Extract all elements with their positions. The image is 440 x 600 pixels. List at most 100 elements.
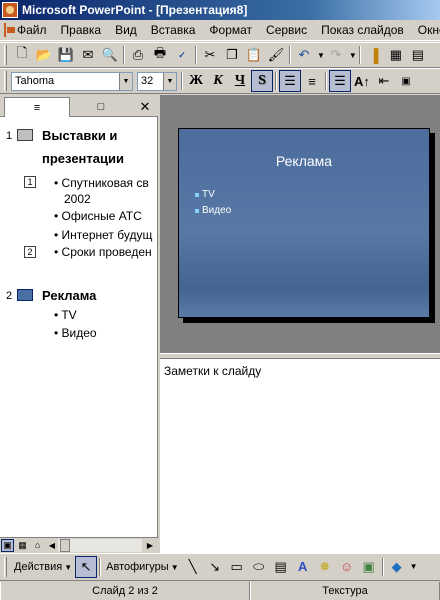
open-icon[interactable]: 📂 bbox=[33, 44, 55, 66]
fill-color-icon[interactable]: ◆ bbox=[386, 556, 408, 578]
toolbar-separator bbox=[358, 46, 361, 64]
slide-title[interactable]: Реклама bbox=[179, 153, 429, 169]
font-size-select[interactable]: 32 ▼ bbox=[137, 71, 177, 91]
toolbar-grip[interactable] bbox=[4, 45, 7, 65]
new-icon[interactable]: 🗋 bbox=[11, 44, 33, 66]
list-item[interactable]: • Интернет будущ bbox=[54, 228, 152, 242]
outline-item-text: TV bbox=[61, 308, 77, 322]
format-painter-icon[interactable]: 🖌 bbox=[265, 44, 287, 66]
wordart-icon[interactable]: A bbox=[292, 556, 314, 578]
outline-slide-title[interactable]: Выставки и bbox=[42, 128, 117, 143]
align-left-icon[interactable]: ☰ bbox=[279, 70, 301, 92]
font-size-value: 32 bbox=[141, 75, 154, 87]
horizontal-scrollbar-track[interactable] bbox=[58, 539, 142, 552]
chevron-down-icon[interactable]: ▼ bbox=[349, 51, 357, 60]
align-center-icon[interactable]: ≡ bbox=[301, 70, 323, 92]
spelling-icon[interactable]: ✓ bbox=[171, 44, 193, 66]
search-icon[interactable]: 🔍 bbox=[99, 44, 121, 66]
outline-item-text: Офисные АТС bbox=[61, 209, 142, 223]
scroll-left-icon[interactable]: ◀ bbox=[46, 539, 58, 553]
print-preview-icon[interactable]: 🖶 bbox=[149, 44, 171, 66]
list-item[interactable]: • Офисные АТС bbox=[54, 209, 142, 223]
slide-canvas[interactable]: Реклама TV Видео bbox=[178, 128, 430, 318]
chevron-down-icon[interactable]: ▼ bbox=[410, 562, 418, 571]
textbox-icon[interactable]: ▤ bbox=[270, 556, 292, 578]
tab-outline[interactable]: ≡ bbox=[4, 97, 70, 117]
chart-icon[interactable]: ▐ bbox=[363, 44, 385, 66]
toolbar-grip[interactable] bbox=[4, 71, 7, 91]
outline-slide-number: 2 bbox=[6, 290, 13, 302]
list-item[interactable]: • Спутниковая св bbox=[54, 176, 149, 190]
actions-menu[interactable]: Действия ▼ bbox=[11, 561, 75, 573]
chevron-down-icon[interactable]: ▼ bbox=[119, 72, 132, 90]
increase-font-icon[interactable]: A↑ bbox=[351, 70, 373, 92]
menu-insert[interactable]: Вставка bbox=[144, 21, 203, 40]
scrollbar-thumb[interactable] bbox=[60, 539, 70, 552]
outline-slide-title[interactable]: презентации bbox=[42, 151, 124, 166]
document-icon[interactable] bbox=[4, 23, 15, 37]
italic-icon[interactable]: К bbox=[207, 70, 229, 92]
list-item[interactable]: • TV bbox=[54, 308, 77, 322]
bold-icon[interactable]: Ж bbox=[185, 70, 207, 92]
slide-bullet[interactable]: TV bbox=[195, 189, 215, 200]
diagram-icon[interactable]: ✵ bbox=[314, 556, 336, 578]
title-bar: Microsoft PowerPoint - [Презентация8] bbox=[0, 0, 440, 20]
slide-thumbnail-icon[interactable] bbox=[17, 289, 33, 301]
slide-sorter-icon[interactable]: ▦ bbox=[16, 539, 29, 552]
menu-view[interactable]: Вид bbox=[108, 21, 144, 40]
rectangle-icon[interactable]: ▭ bbox=[226, 556, 248, 578]
select-pointer-icon[interactable]: ↖ bbox=[75, 555, 98, 578]
save-icon[interactable]: 💾 bbox=[55, 44, 77, 66]
menu-edit[interactable]: Правка bbox=[54, 21, 109, 40]
chevron-down-icon[interactable]: ▼ bbox=[163, 72, 176, 90]
menu-format[interactable]: Формат bbox=[202, 21, 259, 40]
tables-borders-icon[interactable]: ▤ bbox=[407, 44, 429, 66]
menu-tools[interactable]: Сервис bbox=[259, 21, 314, 40]
close-icon[interactable]: ✕ bbox=[136, 97, 154, 117]
line-icon[interactable]: ╲ bbox=[182, 556, 204, 578]
autoshapes-label: Автофигуры bbox=[106, 560, 169, 573]
copy-icon[interactable]: ❐ bbox=[221, 44, 243, 66]
arrow-icon[interactable]: ↘ bbox=[204, 556, 226, 578]
list-item-continued[interactable]: 2002 bbox=[64, 192, 91, 206]
notes-pane[interactable]: Заметки к слайду bbox=[160, 359, 440, 553]
table-icon[interactable]: ▦ bbox=[385, 44, 407, 66]
outline-slide-title[interactable]: Реклама bbox=[42, 288, 96, 303]
slide-bullet[interactable]: Видео bbox=[195, 205, 231, 216]
menu-file[interactable]: Файл bbox=[10, 21, 54, 40]
scroll-right-icon[interactable]: ▶ bbox=[144, 539, 156, 553]
permission-icon[interactable]: ✉ bbox=[77, 44, 99, 66]
menu-window[interactable]: Окно bbox=[411, 21, 440, 40]
oval-icon[interactable]: ⬭ bbox=[248, 556, 270, 578]
chevron-down-icon: ▼ bbox=[170, 562, 179, 572]
toolbar-separator bbox=[275, 72, 277, 90]
undo-icon[interactable]: ↶ bbox=[293, 44, 315, 66]
shadow-icon[interactable]: S bbox=[251, 70, 273, 92]
design-icon[interactable]: ▣ bbox=[395, 70, 417, 92]
cut-icon[interactable]: ✂ bbox=[199, 44, 221, 66]
toolbar-separator bbox=[195, 46, 197, 64]
slideshow-icon[interactable]: ⌂ bbox=[31, 539, 44, 552]
picture-icon[interactable]: ▣ bbox=[358, 556, 380, 578]
print-icon[interactable]: ⎙ bbox=[127, 44, 149, 66]
bullets-icon[interactable]: ☰ bbox=[329, 70, 351, 92]
chevron-down-icon[interactable]: ▼ bbox=[317, 51, 325, 60]
toolbar-separator bbox=[381, 557, 384, 576]
standard-toolbar: 🗋 📂 💾 ✉ 🔍 ⎙ 🖶 ✓ ✂ ❐ 📋 🖌 ↶ ▼ ↷ ▼ ▐ ▦ ▤ bbox=[0, 42, 440, 68]
paste-icon[interactable]: 📋 bbox=[243, 44, 265, 66]
list-item[interactable]: • Сроки проведен bbox=[54, 245, 152, 259]
menu-slideshow[interactable]: Показ слайдов bbox=[314, 21, 411, 40]
normal-view-icon[interactable]: ▣ bbox=[1, 539, 14, 552]
autoshapes-menu[interactable]: Автофигуры ▼ bbox=[103, 561, 182, 573]
decrease-indent-icon[interactable]: ⇤ bbox=[373, 70, 395, 92]
slide-thumbnail-icon[interactable] bbox=[17, 129, 33, 141]
redo-icon[interactable]: ↷ bbox=[325, 44, 347, 66]
pane-tabs: ≡ □ ✕ bbox=[0, 95, 158, 117]
font-select[interactable]: Tahoma ▼ bbox=[11, 71, 133, 91]
notes-placeholder: Заметки к слайду bbox=[164, 364, 262, 378]
clipart-icon[interactable]: ☺ bbox=[336, 556, 358, 578]
tab-slides[interactable]: □ bbox=[72, 97, 130, 117]
list-item[interactable]: • Видео bbox=[54, 326, 97, 340]
underline-icon[interactable]: Ч bbox=[229, 70, 251, 92]
toolbar-grip[interactable] bbox=[4, 556, 7, 577]
